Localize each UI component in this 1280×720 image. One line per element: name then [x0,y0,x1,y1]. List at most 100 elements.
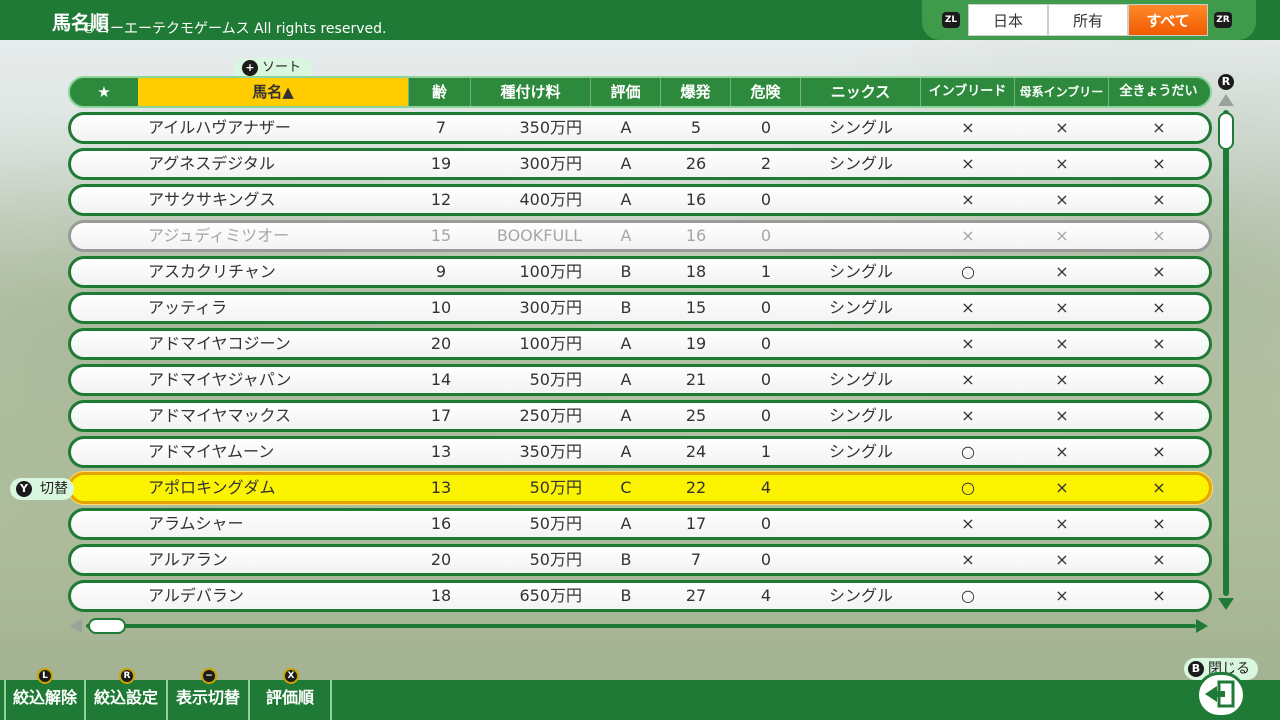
boom-value: 5 [690,118,702,137]
boom-value: 22 [685,478,707,497]
minus-button-icon: − [201,668,217,684]
horse-age: 13 [430,478,452,497]
top-bar: 馬名順 ©コーエーテクモゲームス All rights reserved. ZL… [0,0,1280,40]
nicks-value [801,331,921,357]
boom-value: 25 [685,406,707,425]
nicks-value: シングル [828,586,893,605]
stud-fee: 650万円 [519,586,582,605]
horse-age: 20 [430,550,452,569]
toggle-hint[interactable]: Y 切替 [10,478,74,500]
table-row[interactable]: アスカクリチャン 9 100万円 B 18 1 シングル ○ × × [68,256,1212,288]
table-row-disabled[interactable]: アジュディミツオー 15 BOOKFULL A 16 0 × × × [68,220,1212,252]
table-row[interactable]: アグネスデジタル 19 300万円 A 26 2 シングル × × × [68,148,1212,180]
nicks-value [801,223,921,249]
column-header-inbreed[interactable]: インブリード [920,78,1014,106]
scroll-right-arrow-icon[interactable] [1196,619,1208,633]
evaluation: A [620,514,632,533]
horse-name: アポロキングダム [148,478,276,497]
table-row-selected[interactable]: アポロキングダム 13 50万円 C 22 4 ○ × × [68,472,1212,504]
stud-fee: 300万円 [519,154,582,173]
scroll-left-arrow-icon[interactable] [70,619,82,633]
horse-name: アグネスデジタル [148,154,275,173]
boom-value: 16 [685,190,707,209]
tab-all[interactable]: すべて [1128,4,1208,36]
boom-value: 21 [685,370,707,389]
inbreed-mark: × [961,118,975,137]
risk-value: 0 [760,298,772,317]
horizontal-scroll-thumb[interactable] [88,618,126,634]
stud-fee: 400万円 [519,190,582,209]
tab-japan[interactable]: 日本 [968,4,1048,36]
siblings-mark: × [1152,334,1166,353]
boom-value: 16 [685,226,707,245]
table-row[interactable]: アドマイヤジャパン 14 50万円 A 21 0 シングル × × × [68,364,1212,396]
table-row[interactable]: アサクサキングス 12 400万円 A 16 0 × × × [68,184,1212,216]
table-row[interactable]: アッティラ 10 300万円 B 15 0 シングル × × × [68,292,1212,324]
column-header-boom[interactable]: 爆発 [660,78,730,106]
siblings-mark: × [1152,118,1166,137]
inbreed-mark: × [961,514,975,533]
y-button-icon: Y [16,481,32,497]
evaluation: A [620,154,632,173]
clear-filter-button[interactable]: 絞込解除 [4,680,86,720]
horse-name: アサクサキングス [148,190,276,209]
dam-inbreed-mark: × [1055,406,1069,425]
tab-owned[interactable]: 所有 [1048,4,1128,36]
scroll-up-arrow-icon[interactable] [1218,94,1234,106]
column-header-siblings[interactable]: 全きょうだい [1108,78,1208,106]
siblings-mark: × [1152,370,1166,389]
siblings-mark: × [1152,298,1166,317]
table-row[interactable]: アルデバラン 18 650万円 B 27 4 シングル ○ × × [68,580,1212,612]
table-row[interactable]: アルアラン 20 50万円 B 7 0 × × × [68,544,1212,576]
boom-value: 19 [685,334,707,353]
table-row[interactable]: アドマイヤマックス 17 250万円 A 25 0 シングル × × × [68,400,1212,432]
dam-inbreed-mark: × [1055,586,1069,605]
sort-hint[interactable]: + ソート [234,58,312,78]
dam-inbreed-mark: × [1055,190,1069,209]
evaluation: A [620,226,632,245]
horse-age: 7 [435,118,447,137]
plus-button-icon: + [242,60,258,76]
column-header-nicks[interactable]: ニックス [800,78,920,106]
zl-button-icon[interactable]: ZL [942,12,960,28]
boom-value: 24 [685,442,707,461]
column-header-risk[interactable]: 危険 [730,78,800,106]
horse-name: アドマイヤジャパン [148,370,292,389]
evaluation: B [620,262,632,281]
inbreed-mark: × [961,190,975,209]
vertical-scroll-thumb[interactable] [1218,112,1234,150]
dam-inbreed-mark: × [1055,442,1069,461]
table-row[interactable]: アドマイヤムーン 13 350万円 A 24 1 シングル ○ × × [68,436,1212,468]
horizontal-scrollbar[interactable] [86,624,1196,628]
nicks-value: シングル [828,406,893,425]
scroll-down-arrow-icon[interactable] [1218,598,1234,610]
dam-inbreed-mark: × [1055,514,1069,533]
risk-value: 4 [760,478,772,497]
favorite-star-icon[interactable]: ★ [70,78,138,106]
nicks-value [801,187,921,213]
evaluation: C [620,478,632,497]
table-row[interactable]: アドマイヤコジーン 20 100万円 A 19 0 × × × [68,328,1212,360]
inbreed-mark: ○ [961,586,975,605]
display-toggle-button[interactable]: 表示切替 [168,680,250,720]
column-header-name[interactable]: 馬名▲ [138,78,408,106]
column-header-eval[interactable]: 評価 [590,78,660,106]
column-header-age[interactable]: 齢 [408,78,470,106]
exit-door-icon[interactable] [1196,672,1246,718]
horse-name: アドマイヤムーン [148,442,275,461]
boom-value: 15 [685,298,707,317]
zr-button-icon[interactable]: ZR [1214,12,1232,28]
background-pasture [0,0,1280,720]
risk-value: 0 [760,370,772,389]
table-row[interactable]: アイルハヴアナザー 7 350万円 A 5 0 シングル × × × [68,112,1212,144]
stud-fee: 300万円 [519,298,582,317]
sort-by-eval-button[interactable]: 評価順 [250,680,332,720]
risk-value: 0 [760,550,772,569]
table-row[interactable]: アラムシャー 16 50万円 A 17 0 × × × [68,508,1212,540]
column-header-fee[interactable]: 種付け料 [470,78,590,106]
vertical-scrollbar[interactable] [1223,110,1229,596]
siblings-mark: × [1152,154,1166,173]
filter-settings-button[interactable]: 絞込設定 [86,680,168,720]
column-header-dam-inbreed[interactable]: 母系インブリード [1014,78,1108,127]
nicks-value: シングル [828,298,893,317]
